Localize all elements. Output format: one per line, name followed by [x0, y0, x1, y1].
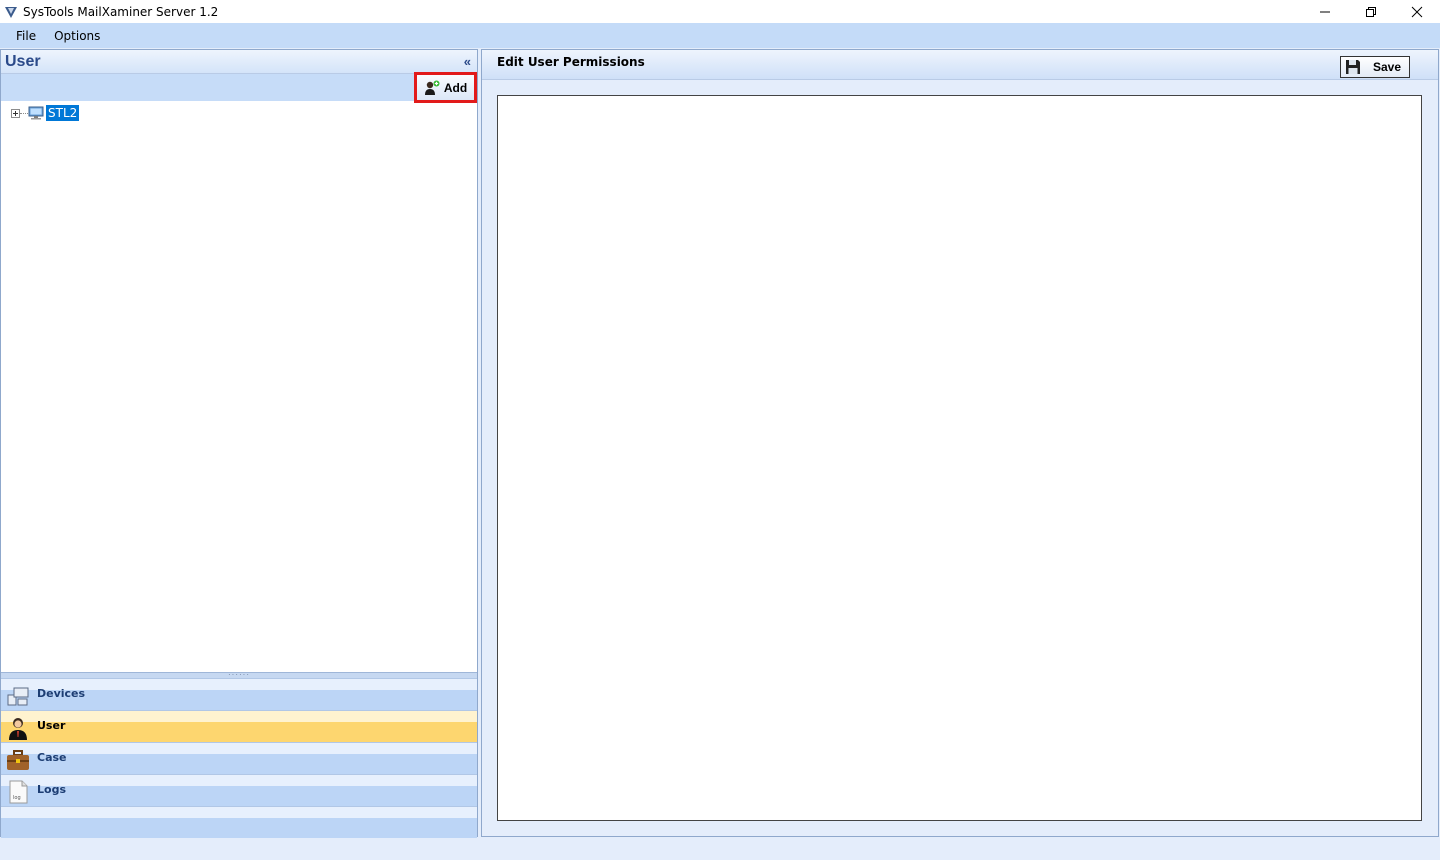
navigation-pane: Devices User Case log Logs: [1, 678, 477, 838]
log-file-icon: log: [9, 780, 28, 804]
close-icon: [1411, 6, 1423, 17]
tree-node-label[interactable]: STL2: [46, 105, 80, 121]
user-toolbar: Add: [1, 72, 477, 103]
restore-button[interactable]: [1348, 0, 1394, 23]
edit-permissions-title: Edit User Permissions: [497, 55, 645, 69]
user-panel-header: User «: [1, 50, 477, 74]
user-panel-title: User: [5, 52, 41, 70]
devices-icon: [7, 687, 29, 706]
computer-icon: [28, 106, 44, 120]
nav-item-logs[interactable]: log Logs: [1, 774, 477, 806]
add-user-icon: [424, 80, 440, 95]
add-user-button[interactable]: Add: [414, 72, 477, 103]
app-logo-icon: [5, 6, 17, 18]
window-controls: [1302, 0, 1440, 23]
expand-icon[interactable]: [11, 108, 20, 118]
nav-label-user: User: [37, 719, 66, 732]
save-icon: [1346, 60, 1360, 74]
minimize-button[interactable]: [1302, 0, 1348, 23]
nav-item-devices[interactable]: Devices: [1, 678, 477, 710]
status-bar: [0, 838, 1440, 860]
close-button[interactable]: [1394, 0, 1440, 23]
window-title: SysTools MailXaminer Server 1.2: [23, 4, 219, 19]
user-tree: STL2: [1, 101, 477, 671]
nav-label-devices: Devices: [37, 687, 86, 700]
restore-icon: [1366, 6, 1376, 17]
nav-label-case: Case: [37, 751, 67, 764]
menu-options[interactable]: Options: [45, 29, 109, 43]
nav-label-logs: Logs: [37, 783, 66, 796]
tree-node[interactable]: STL2: [11, 105, 80, 121]
save-label: Save: [1373, 60, 1402, 74]
menu-bar: File Options: [0, 23, 1440, 48]
nav-item-user[interactable]: User: [1, 710, 477, 742]
edit-permissions-panel: Edit User Permissions Save: [481, 49, 1439, 837]
title-bar: SysTools MailXaminer Server 1.2: [0, 0, 1440, 23]
save-button[interactable]: Save: [1340, 56, 1410, 78]
nav-item-case[interactable]: Case: [1, 742, 477, 774]
collapse-panel-button[interactable]: «: [464, 54, 471, 69]
briefcase-icon: [7, 750, 29, 770]
add-user-label: Add: [443, 80, 468, 95]
svg-text:log: log: [13, 795, 21, 801]
edit-permissions-header: Edit User Permissions Save: [482, 50, 1438, 80]
menu-file[interactable]: File: [7, 29, 45, 43]
tree-connector: [20, 112, 28, 114]
user-icon: [9, 718, 27, 740]
minimize-icon: [1320, 11, 1330, 12]
permissions-content-area[interactable]: [497, 95, 1422, 821]
navigation-footer: [1, 806, 477, 838]
user-panel: User « Add STL2 ······ Devices User Case…: [0, 49, 478, 838]
